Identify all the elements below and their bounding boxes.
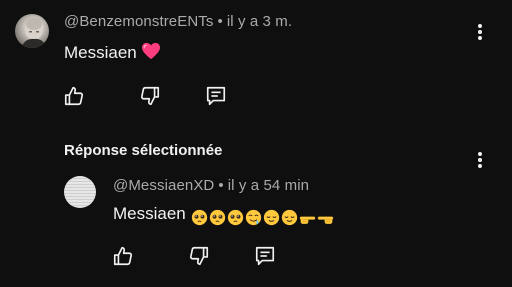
like-button[interactable]: [62, 84, 86, 108]
pointing-left-icon: [317, 216, 333, 224]
comment-menu-button[interactable]: [470, 20, 490, 44]
reply-text: Messiaen: [113, 204, 186, 223]
reply-author[interactable]: @MessiaenXD: [113, 177, 214, 194]
more-vertical-icon: [478, 152, 482, 168]
comment-author[interactable]: @BenzemonstreENTs: [64, 13, 213, 30]
dislike-button[interactable]: [138, 84, 162, 108]
meta-separator: •: [217, 13, 223, 30]
comment-body: Messiaen: [64, 42, 161, 63]
dislike-icon: [189, 246, 209, 266]
like-icon: [64, 86, 84, 106]
reply-dislike-button[interactable]: [187, 244, 211, 268]
reply-meta: @MessiaenXD • il y a 54 min: [113, 177, 309, 194]
avatar[interactable]: [15, 14, 49, 48]
comment-thread: @BenzemonstreENTs•il y a 3 m. Messiaen: [0, 0, 512, 287]
dislike-icon: [140, 86, 160, 106]
reply-icon: [206, 86, 226, 106]
selected-reply-heading: Réponse sélectionnée: [64, 142, 223, 159]
reply-button[interactable]: [204, 84, 228, 108]
relieved-face-icon: [263, 209, 279, 226]
reply-like-button[interactable]: [111, 244, 135, 268]
heart-icon: [141, 42, 160, 60]
like-icon: [113, 246, 133, 266]
pleading-face-icon: [191, 209, 207, 226]
reply-section-menu-button[interactable]: [470, 148, 490, 172]
reply-body: Messiaen: [113, 204, 335, 227]
more-vertical-icon: [478, 24, 482, 40]
comment-meta: @BenzemonstreENTs • il y a 3 m.: [64, 13, 292, 30]
comment-timestamp[interactable]: il y a 3 m.: [227, 13, 292, 30]
avatar[interactable]: [64, 176, 96, 208]
reply-icon: [255, 246, 275, 266]
reply-emojis: [191, 207, 335, 227]
pointing-right-icon: [299, 216, 315, 224]
meta-separator: •: [218, 177, 224, 194]
drooling-face-icon: [245, 209, 261, 226]
reply-reply-button[interactable]: [253, 244, 277, 268]
comment-text: Messiaen: [64, 43, 137, 62]
reply-timestamp[interactable]: il y a 54 min: [228, 177, 309, 194]
relieved-face-icon: [281, 209, 297, 226]
pleading-face-icon: [227, 209, 243, 226]
pleading-face-icon: [209, 209, 225, 226]
